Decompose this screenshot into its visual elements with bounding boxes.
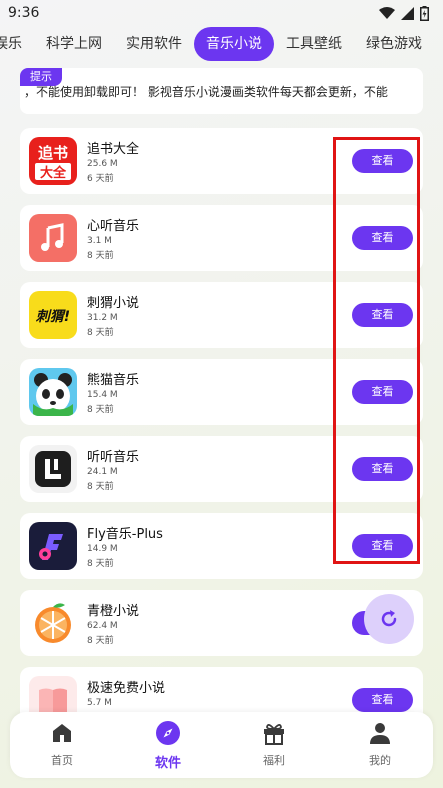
app-name: Fly音乐-Plus [87,527,163,542]
nav-software[interactable]: 软件 [138,720,198,771]
svg-text:追书: 追书 [38,144,68,162]
gift-icon [264,724,284,745]
nav-benefits[interactable]: 福利 [244,720,304,768]
music-note-icon [29,214,77,262]
nav-label: 软件 [154,756,181,771]
panda-icon [29,368,77,416]
app-size: 25.6 M [87,159,118,169]
nav-label: 我的 [369,754,391,767]
svg-text:刺猬!: 刺猬! [36,309,70,325]
notice-banner: 提示 ，不能使用卸载即可！ 影视音乐小说漫画类软件每天都会更新，不能 [20,68,423,114]
app-date: 8 天前 [87,482,114,492]
app-name: 刺猬小说 [87,296,140,311]
ciwei-icon: 刺猬! [29,291,77,339]
fly-icon [29,522,77,570]
app-card[interactable]: 青橙小说 62.4 M 8 天前 查看 [20,590,423,656]
status-time: 9:36 [8,5,40,21]
tab-music-novels[interactable]: 音乐小说 [194,27,274,61]
app-date: 8 天前 [87,636,114,646]
app-date: 8 天前 [87,328,114,338]
nav-profile[interactable]: 我的 [350,720,410,768]
app-size: 31.2 M [87,313,118,323]
highlight-annotation [333,137,420,564]
tab-tools-wallpapers[interactable]: 工具壁纸 [274,27,354,61]
status-bar: 9:36 [0,0,443,26]
zhuishu-icon: 追书 大全 [29,137,77,185]
app-date: 8 天前 [87,405,114,415]
nav-home[interactable]: 首页 [32,720,92,768]
app-size: 62.4 M [87,621,118,631]
app-name: 追书大全 [87,142,140,157]
app-name: 心听音乐 [87,219,140,234]
refresh-icon [381,610,397,627]
svg-text:大全: 大全 [40,165,67,181]
orange-icon [29,599,77,647]
user-icon [370,723,390,744]
wifi-icon [379,6,395,19]
signal-icon [401,6,414,20]
nav-label: 福利 [263,754,285,767]
tab-vpn[interactable]: 科学上网 [34,27,114,61]
app-date: 8 天前 [87,251,114,261]
tingting-icon [29,445,77,493]
app-name: 熊猫音乐 [87,373,140,388]
app-date: 6 天前 [87,174,114,184]
app-name: 青橙小说 [87,604,140,619]
app-size: 24.1 M [87,467,118,477]
category-tabs: 娱乐 科学上网 实用软件 音乐小说 工具壁纸 绿色游戏 [0,26,434,62]
view-button[interactable]: 查看 [352,688,413,712]
app-size: 5.7 M [87,698,112,708]
app-date: 8 天前 [87,559,114,569]
app-name: 听听音乐 [87,450,140,465]
app-size: 3.1 M [87,236,112,246]
battery-icon [420,5,429,21]
refresh-button[interactable] [364,594,414,644]
notice-text: ，不能使用卸载即可！ 影视音乐小说漫画类软件每天都会更新，不能 [24,85,388,99]
app-size: 14.9 M [87,544,118,554]
tab-utilities[interactable]: 实用软件 [114,27,194,61]
status-icons [379,5,429,21]
app-name: 极速免费小说 [87,681,166,696]
app-size: 15.4 M [87,390,118,400]
nav-label: 首页 [51,754,73,767]
home-icon [53,724,71,742]
compass-icon [156,721,180,745]
tab-entertainment[interactable]: 娱乐 [0,27,34,61]
tab-green-games[interactable]: 绿色游戏 [354,27,434,61]
bottom-navigation: 首页 软件 福利 我的 [10,712,433,778]
